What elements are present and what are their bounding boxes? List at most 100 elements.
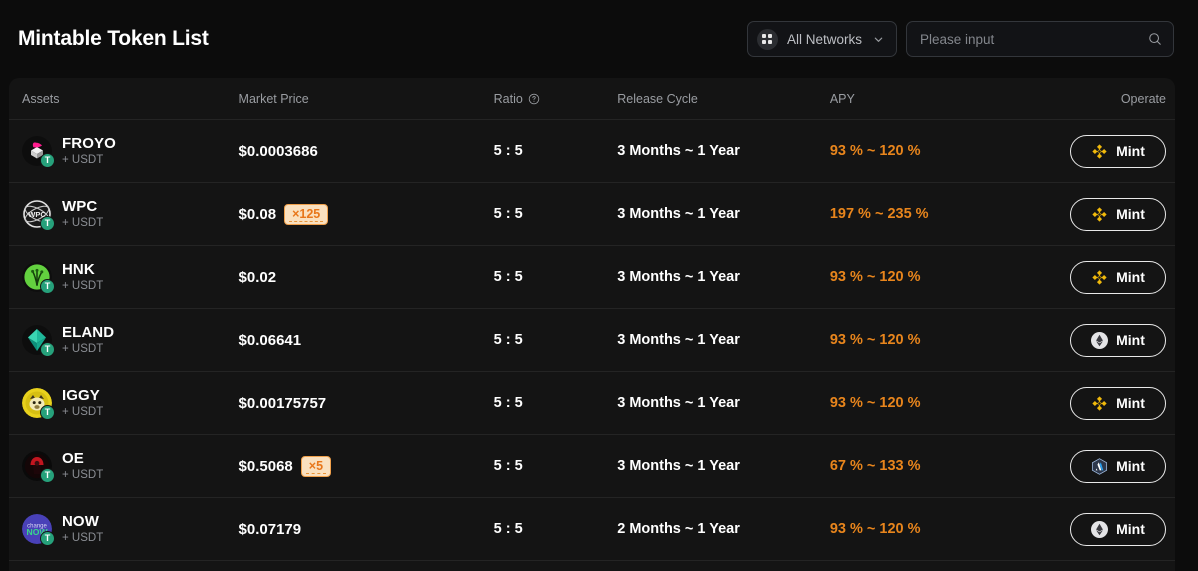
- table-row: THNK+ USDT$0.02 5 : 5 3 Months ~ 1 Year 93 …: [9, 246, 1175, 309]
- asset-avatar: WPCT: [22, 199, 52, 229]
- release-cycle-value: 3 Months ~ 1 Year: [617, 143, 740, 159]
- search-box[interactable]: [906, 21, 1174, 57]
- apy-value: 197 % ~ 235 %: [830, 206, 929, 222]
- ethereum-icon: [1091, 332, 1108, 349]
- ratio-cell: 5 : 5: [494, 205, 618, 223]
- chevron-down-icon: [873, 34, 884, 45]
- grid-icon: [757, 29, 778, 50]
- market-price-value: $0.5068: [239, 458, 293, 475]
- asset-cell: changeNOWT NOW+ USDT: [22, 513, 239, 544]
- operate-cell: Mint: [1042, 135, 1166, 168]
- ratio-cell: 5 : 5: [494, 331, 618, 349]
- operate-cell: Mint: [1042, 198, 1166, 231]
- mint-button-label: Mint: [1116, 458, 1145, 474]
- asset-cell: TOE+ USDT: [22, 450, 239, 481]
- mint-button[interactable]: Mint: [1070, 450, 1166, 483]
- mint-button[interactable]: Mint: [1070, 135, 1166, 168]
- asset-pair: + USDT: [62, 406, 103, 419]
- asset-pair: + USDT: [62, 343, 114, 356]
- apy-value: 93 % ~ 120 %: [830, 521, 921, 537]
- table-row: TELAND+ USDT$0.066415 : 53 Months ~ 1 Ye…: [9, 309, 1175, 372]
- asset-cell: WPCTWPC+ USDT: [22, 198, 239, 229]
- asset-avatar: T: [22, 136, 52, 166]
- table-body: TFROYO+ USDT$0.00036865 : 53 Months ~ 1 …: [9, 120, 1175, 561]
- multiplier-badge: ×5: [301, 456, 331, 477]
- usdt-badge-icon: T: [40, 153, 55, 168]
- asset-pair: + USDT: [62, 280, 103, 293]
- apy-cell: 67 % ~ 133 %: [830, 457, 1043, 475]
- release-cycle-cell: 3 Months ~ 1 Year: [617, 205, 830, 223]
- ratio-value: 5 : 5: [494, 332, 523, 348]
- apy-value: 93 % ~ 120 %: [830, 143, 921, 159]
- apy-cell: 93 % ~ 120 %: [830, 394, 1043, 412]
- table-row: TIGGY+ USDT$0.001757575 : 53 Months ~ 1 …: [9, 372, 1175, 435]
- market-price-cell: $0.0003686: [239, 143, 494, 160]
- asset-labels: IGGY + USDT: [62, 387, 103, 418]
- asset-cell: THNK+ USDT: [22, 261, 239, 292]
- header-controls: All Networks: [747, 21, 1174, 57]
- mint-button-label: Mint: [1116, 395, 1145, 411]
- asset-avatar: T: [22, 451, 52, 481]
- apy-cell: 93 % ~ 120 %: [830, 142, 1043, 160]
- release-cycle-value: 3 Months ~ 1 Year: [617, 332, 740, 348]
- asset-avatar: changeNOWT: [22, 514, 52, 544]
- mintable-token-list-page: Mintable Token List All Networks: [0, 0, 1198, 571]
- release-cycle-value: 2 Months ~ 1 Year: [617, 521, 740, 537]
- table-row: changeNOWTNOW+ USDT$0.071795 : 52 Months…: [9, 498, 1175, 561]
- release-cycle-value: 3 Months ~ 1 Year: [617, 395, 740, 411]
- release-cycle-cell: 3 Months ~ 1 Year: [617, 457, 830, 475]
- asset-pair: + USDT: [62, 532, 103, 545]
- operate-cell: Mint: [1042, 513, 1166, 546]
- search-icon[interactable]: [1148, 32, 1162, 46]
- help-circle-icon[interactable]: [528, 93, 540, 105]
- apy-cell: 93 % ~ 120 %: [830, 331, 1043, 349]
- asset-symbol: IGGY: [62, 387, 103, 404]
- bnb-icon: [1091, 143, 1108, 160]
- market-price-value: $0.02: [239, 269, 277, 286]
- asset-pair: + USDT: [62, 469, 103, 482]
- mint-button[interactable]: Mint: [1070, 198, 1166, 231]
- mint-button[interactable]: Mint: [1070, 513, 1166, 546]
- search-input[interactable]: [920, 32, 1139, 47]
- apy-cell: 93 % ~ 120 %: [830, 268, 1043, 286]
- mint-button-label: Mint: [1116, 206, 1145, 222]
- ratio-value: 5 : 5: [494, 143, 523, 159]
- table-row: WPCTWPC+ USDT$0.08×1255 : 53 Months ~ 1 …: [9, 183, 1175, 246]
- usdt-badge-icon: T: [40, 405, 55, 420]
- mint-button[interactable]: Mint: [1070, 261, 1166, 294]
- ratio-value: 5 : 5: [494, 269, 523, 285]
- release-cycle-value: 3 Months ~ 1 Year: [617, 206, 740, 222]
- market-price-cell: $0.07179: [239, 521, 494, 538]
- release-cycle-cell: 3 Months ~ 1 Year: [617, 142, 830, 160]
- mint-button-label: Mint: [1116, 521, 1145, 537]
- column-header-market-price: Market Price: [239, 92, 494, 106]
- usdt-badge-icon: T: [40, 342, 55, 357]
- asset-symbol: FROYO: [62, 135, 116, 152]
- release-cycle-value: 3 Months ~ 1 Year: [617, 269, 740, 285]
- multiplier-badge: ×125: [284, 204, 328, 225]
- operate-cell: Mint: [1042, 387, 1166, 420]
- page-header: Mintable Token List All Networks: [0, 0, 1198, 78]
- mint-button[interactable]: Mint: [1070, 324, 1166, 357]
- ratio-cell: 5 : 5: [494, 142, 618, 160]
- table-row: T FROYO+ USDT $0.00036865 : 5 3 Months ~ 1 …: [9, 120, 1175, 183]
- column-header-operate: Operate: [1042, 92, 1166, 106]
- usdt-badge-icon: T: [40, 531, 55, 546]
- bnb-icon: [1091, 269, 1108, 286]
- asset-avatar: T: [22, 262, 52, 292]
- operate-cell: Mint: [1042, 324, 1166, 357]
- arbitrum-icon: [1091, 458, 1108, 475]
- asset-symbol: WPC: [62, 198, 103, 215]
- mint-button[interactable]: Mint: [1070, 387, 1166, 420]
- asset-symbol: ELAND: [62, 324, 114, 341]
- release-cycle-cell: 3 Months ~ 1 Year: [617, 268, 830, 286]
- asset-cell: T FROYO+ USDT: [22, 135, 239, 166]
- page-title: Mintable Token List: [18, 27, 209, 51]
- column-header-ratio: Ratio: [494, 92, 618, 106]
- asset-labels: NOW+ USDT: [62, 513, 103, 544]
- ratio-cell: 5 : 5: [494, 268, 618, 286]
- usdt-badge-icon: T: [40, 216, 55, 231]
- asset-avatar: T: [22, 325, 52, 355]
- network-filter-dropdown[interactable]: All Networks: [747, 21, 897, 57]
- asset-labels: FROYO+ USDT: [62, 135, 116, 166]
